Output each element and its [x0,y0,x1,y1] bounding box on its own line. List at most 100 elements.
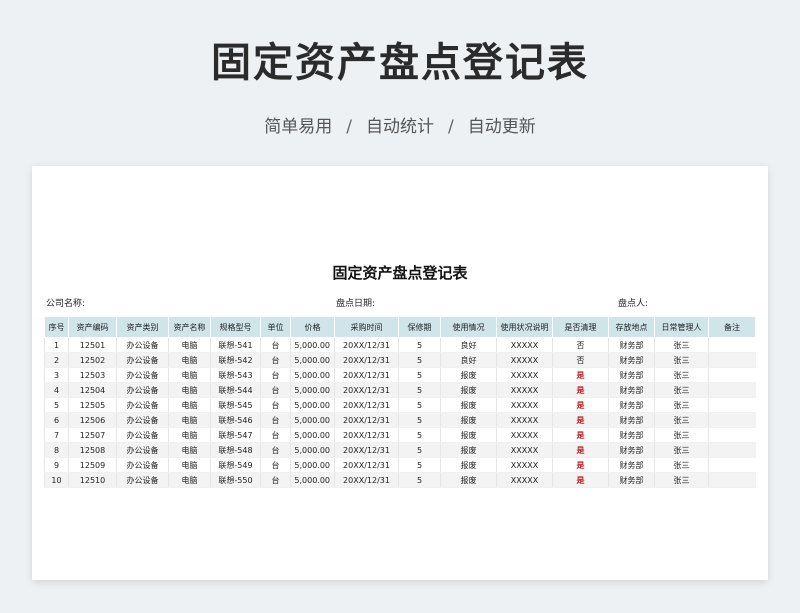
table-cell: 5,000.00 [290,442,335,458]
table-cell: 张三 [654,367,709,383]
table-cell: 报废 [440,457,497,473]
table-cell: 5 [398,397,441,413]
table-cell: 5 [398,352,441,368]
table-cell: 财务部 [608,457,655,473]
table-cell: 5,000.00 [290,382,335,398]
table-body: 1 12501 办公设备 电脑 联想-541 台 5,000.00 20XX/12/31 5 良好… [44,337,756,488]
table-cell: 20XX/12/31 [334,397,399,413]
table-cell [708,382,756,398]
table-cell: 台 [260,367,291,383]
table-cell: 4 [44,382,69,398]
table-cell: 张三 [654,352,709,368]
table-cell [708,442,756,458]
column-header: 序号 [44,316,69,338]
company-name-label: 公司名称: [46,299,86,309]
table-row: 10 12510 办公设备 电脑 联想-550 台 5,000.00 20XX/12/31 5 报… [44,472,756,488]
table-cell: 5 [398,412,441,428]
table-cell: 12502 [68,352,117,368]
table-cell: 是 [552,457,609,473]
table-cell: 20XX/12/31 [334,442,399,458]
table-cell: 是 [552,427,609,443]
column-header: 保修期 [398,316,441,338]
table-cell: 办公设备 [116,337,169,353]
table-cell: 报废 [440,472,497,488]
table-cell: 12506 [68,412,117,428]
feature-item: 自动更新 [467,117,536,137]
table-cell: 台 [260,427,291,443]
table-cell: 20XX/12/31 [334,337,399,353]
table-cell: 6 [44,412,69,428]
table-cell: 电脑 [168,472,211,488]
table-cell: 是 [552,382,609,398]
table-cell: 财务部 [608,367,655,383]
feature-separator: / [448,117,454,137]
table-cell: 财务部 [608,352,655,368]
table-cell: 12504 [68,382,117,398]
table-cell: 台 [260,442,291,458]
table-cell: 台 [260,472,291,488]
table-cell: 5 [398,337,441,353]
table-cell: 5 [398,427,441,443]
column-header: 资产名称 [168,316,211,338]
table-cell: XXXXX [496,472,553,488]
table-cell: XXXXX [496,457,553,473]
table-cell: 台 [260,382,291,398]
table-cell: 5,000.00 [290,457,335,473]
table-cell: 是 [552,367,609,383]
page-title: 固定资产盘点登记表 [211,40,589,86]
table-header-row: 序号 资产编码 资产类别 资产名称 规格型号 单位 价格 采购时间 保修期 使用情况 使用状况说明是… [44,316,756,338]
table-cell: 5,000.00 [290,337,335,353]
table-cell: 财务部 [608,472,655,488]
sheet-title: 固定资产盘点登记表 [332,264,468,282]
table-cell: 电脑 [168,442,211,458]
table-cell: 财务部 [608,412,655,428]
table-cell: 联想-546 [210,412,261,428]
table-cell: 报废 [440,397,497,413]
table-cell: 10 [44,472,69,488]
table-cell: 电脑 [168,337,211,353]
feature-item: 简单易用 [264,117,333,137]
table-cell [708,352,756,368]
table-cell: 5,000.00 [290,352,335,368]
table-cell: 联想-542 [210,352,261,368]
table-cell: 联想-549 [210,457,261,473]
table-cell: 台 [260,412,291,428]
table-cell: 12501 [68,337,117,353]
table-cell: 报废 [440,442,497,458]
table-cell: 办公设备 [116,457,169,473]
table-cell: 5 [398,382,441,398]
table-cell: 办公设备 [116,367,169,383]
table-cell: 20XX/12/31 [334,412,399,428]
asset-table: 序号 资产编码 资产类别 资产名称 规格型号 单位 价格 采购时间 保修期 使用情况 使用状况说明是… [44,316,756,488]
table-cell: 是 [552,412,609,428]
table-cell: 2 [44,352,69,368]
table-cell: 20XX/12/31 [334,352,399,368]
table-cell: 12510 [68,472,117,488]
table-cell: 5 [44,397,69,413]
table-cell: 电脑 [168,457,211,473]
table-cell [708,367,756,383]
column-header: 资产编码 [68,316,117,338]
table-cell: 电脑 [168,367,211,383]
table-cell: 财务部 [608,427,655,443]
column-header: 是否清理 [552,316,609,338]
table-cell: 联想-548 [210,442,261,458]
table-cell: 电脑 [168,427,211,443]
table-cell: 否 [552,352,609,368]
table-row: 9 12509 办公设备 电脑 联想-549 台 5,000.00 20XX/12/31 5 报废… [44,457,756,473]
table-cell: 张三 [654,382,709,398]
table-cell: 办公设备 [116,442,169,458]
table-cell: XXXXX [496,427,553,443]
table-cell: 台 [260,337,291,353]
table-cell: 5 [398,367,441,383]
table-cell: 5,000.00 [290,397,335,413]
feature-tagline: 简单易用 / 自动统计 / 自动更新 [0,112,800,137]
table-cell: 12509 [68,457,117,473]
table-cell: 联想-550 [210,472,261,488]
table-cell [708,472,756,488]
table-row: 8 12508 办公设备 电脑 联想-548 台 5,000.00 20XX/12/31 5 报废… [44,442,756,458]
table-cell: 联想-547 [210,427,261,443]
table-cell: 否 [552,337,609,353]
table-cell: 张三 [654,412,709,428]
table-cell: 20XX/12/31 [334,367,399,383]
